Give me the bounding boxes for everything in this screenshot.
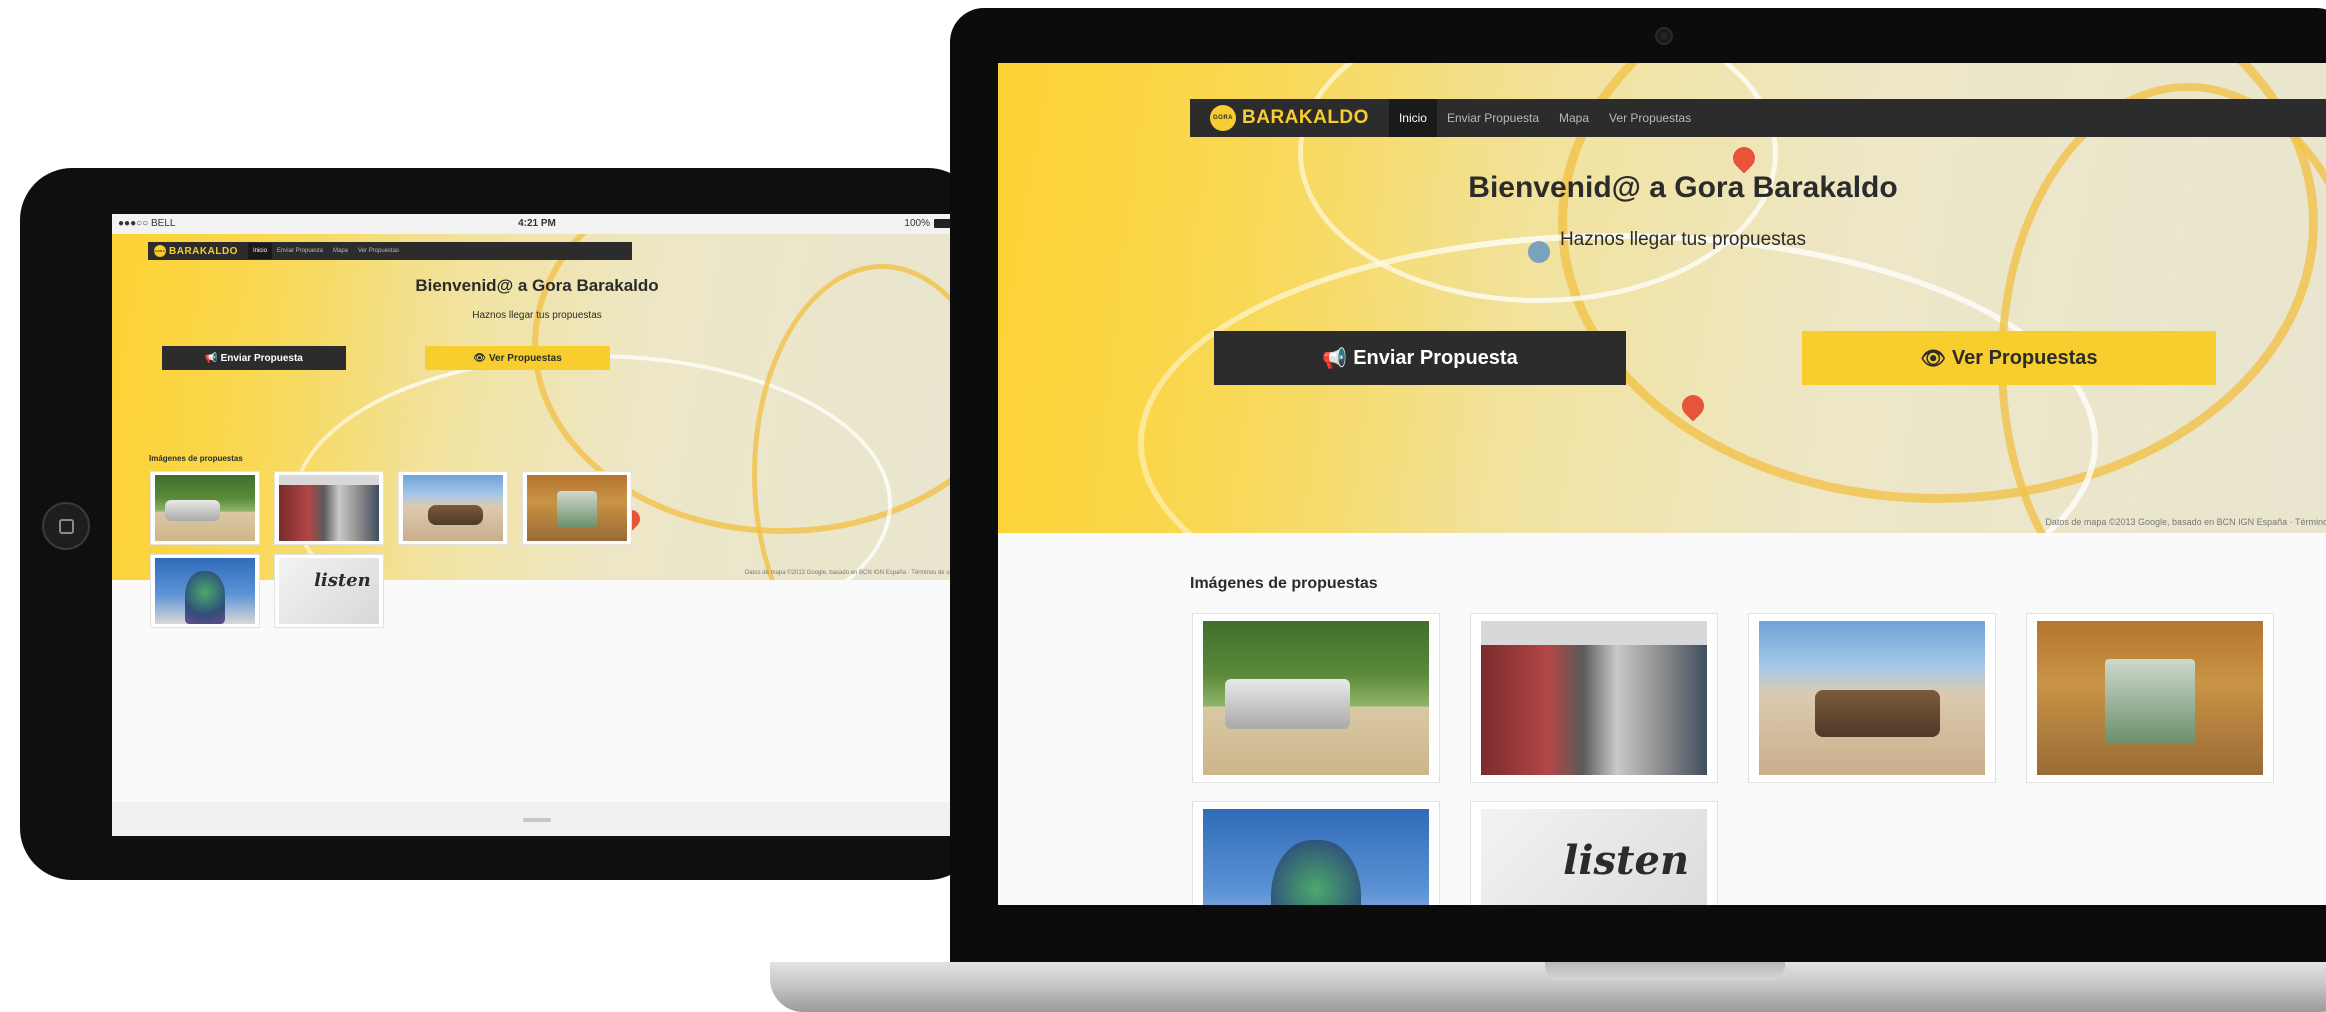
megaphone-icon: 📢 [1322, 347, 1348, 370]
hero-title: Bienvenid@ a Gora Barakaldo [1468, 171, 1898, 204]
nav-ver-propuestas[interactable]: Ver Propuestas [353, 243, 404, 259]
navbar: GORA BARAKALDO Inicio Enviar Propuesta M… [1190, 99, 2326, 137]
nav-mapa[interactable]: Mapa [328, 243, 353, 259]
listen-text: listen [1563, 836, 1690, 884]
proposal-image-metro[interactable] [274, 471, 384, 545]
nav-enviar-propuesta[interactable]: Enviar Propuesta [1437, 99, 1549, 137]
navbar: GORA BARAKALDO Inicio Enviar Propuesta M… [148, 242, 632, 260]
eye-icon: 👁 [473, 352, 486, 364]
section-title: Imágenes de propuestas [1190, 575, 1378, 592]
nav-mapa[interactable]: Mapa [1549, 99, 1599, 137]
section-title: Imágenes de propuestas [149, 454, 243, 463]
hero-title: Bienvenid@ a Gora Barakaldo [415, 276, 659, 295]
device-mockup-stage: ●●●○○ BELL 4:21 PM 100% Datos de mapa ©2… [0, 0, 2326, 1012]
megaphone-icon: 📢 [205, 352, 218, 364]
proposal-image-car[interactable] [150, 471, 260, 545]
proposal-image-listen[interactable]: listen [1470, 801, 1718, 905]
proposal-image-beach[interactable] [1748, 613, 1996, 783]
car-photo [155, 474, 255, 542]
tablet-screen: ●●●○○ BELL 4:21 PM 100% Datos de mapa ©2… [112, 214, 962, 836]
nav-inicio[interactable]: Inicio [1388, 99, 1437, 137]
proposal-image-sculpture[interactable] [150, 554, 260, 628]
map-credit: Datos de mapa ©2013 Google, basado en BC… [744, 570, 956, 576]
laptop-device: Datos de mapa ©2013 Google, basado en BC… [950, 8, 2326, 968]
battery-label: 100% [904, 218, 930, 229]
proposal-image-car[interactable] [1192, 613, 1440, 783]
ver-propuestas-button[interactable]: 👁 Ver Propuestas [1802, 331, 2216, 385]
brand-name: BARAKALDO [169, 245, 238, 257]
home-button[interactable] [42, 502, 90, 550]
clock-label: 4:21 PM [518, 218, 556, 229]
metro-photo [1480, 620, 1708, 776]
listen-text: listen [314, 569, 371, 591]
laptop-screen: Datos de mapa ©2013 Google, basado en BC… [998, 63, 2326, 905]
beach-photo [403, 474, 503, 542]
sculpture-photo [155, 557, 255, 625]
proposal-image-trash[interactable] [2026, 613, 2274, 783]
trash-photo [2036, 620, 2264, 776]
hero-subtitle: Haznos llegar tus propuestas [472, 310, 602, 321]
scroll-handle[interactable] [523, 818, 551, 822]
camera-icon [1657, 29, 1671, 43]
proposal-image-listen[interactable]: listen [274, 554, 384, 628]
nav-ver-propuestas[interactable]: Ver Propuestas [1599, 99, 1701, 137]
listen-photo: listen [279, 557, 379, 625]
car-photo [1202, 620, 1430, 776]
proposal-image-metro[interactable] [1470, 613, 1718, 783]
proposal-image-beach[interactable] [398, 471, 508, 545]
brand-badge: GORA [154, 245, 166, 257]
ver-propuestas-button[interactable]: 👁 Ver Propuestas [425, 346, 610, 370]
enviar-propuesta-button[interactable]: 📢 Enviar Propuesta [162, 346, 346, 370]
nav-inicio[interactable]: Inicio [247, 243, 272, 259]
hero-subtitle: Haznos llegar tus propuestas [1559, 229, 1807, 250]
nav-enviar-propuesta[interactable]: Enviar Propuesta [272, 243, 328, 259]
beach-photo [1758, 620, 1986, 776]
sculpture-photo [1202, 808, 1430, 905]
trash-photo [527, 474, 627, 542]
home-square-icon [58, 518, 74, 534]
metro-photo [279, 474, 379, 542]
tablet-device: ●●●○○ BELL 4:21 PM 100% Datos de mapa ©2… [20, 168, 980, 880]
eye-icon: 👁 [1920, 347, 1946, 370]
brand-logo[interactable]: GORA BARAKALDO [1210, 105, 1369, 131]
enviar-propuesta-button[interactable]: 📢 Enviar Propuesta [1214, 331, 1626, 385]
status-bar: ●●●○○ BELL 4:21 PM 100% [112, 214, 962, 234]
proposal-image-trash[interactable] [522, 471, 632, 545]
proposal-image-sculpture[interactable] [1192, 801, 1440, 905]
laptop-lid-notch [1545, 962, 1785, 980]
brand-badge: GORA [1210, 105, 1236, 131]
listen-photo: listen [1480, 808, 1708, 905]
map-credit: Datos de mapa ©2013 Google, basado en BC… [2045, 517, 2326, 527]
brand-logo[interactable]: GORA BARAKALDO [154, 245, 238, 257]
brand-name: BARAKALDO [1242, 107, 1369, 128]
